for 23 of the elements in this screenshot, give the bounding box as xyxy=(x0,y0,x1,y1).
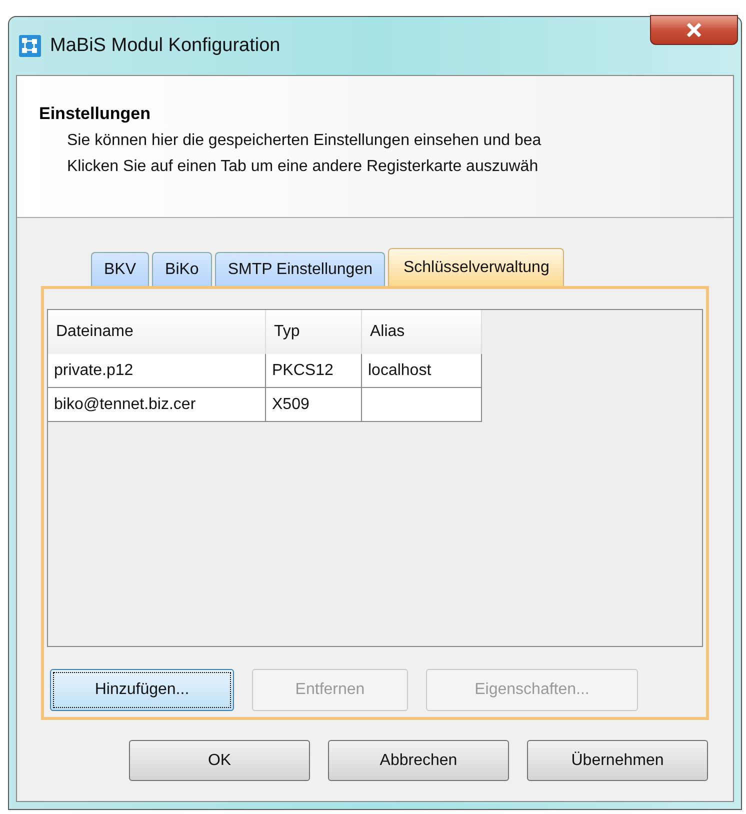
app-icon xyxy=(18,34,42,58)
header-title: Einstellungen xyxy=(39,103,152,125)
column-header[interactable]: Alias xyxy=(362,310,482,354)
close-button[interactable] xyxy=(650,15,738,45)
tab[interactable]: BiKo xyxy=(152,252,212,286)
close-icon xyxy=(686,23,702,37)
header-description: Sie können hier die gespeicherten Einstellungen einsehen und bea xyxy=(66,130,542,150)
table-cell: biko@tennet.biz.cer xyxy=(48,388,266,422)
table-cell: localhost xyxy=(362,354,482,388)
action-button[interactable]: Hinzufügen... xyxy=(50,669,234,711)
header-description: Klicken Sie auf einen Tab um eine andere Registerkarte auszuwäh xyxy=(66,156,540,176)
table-cell: PKCS12 xyxy=(266,354,362,388)
tab[interactable]: SMTP Einstellungen xyxy=(214,252,386,286)
column-header[interactable]: Dateiname xyxy=(48,310,266,354)
dialog-button[interactable]: OK xyxy=(129,740,310,781)
tab[interactable]: BKV xyxy=(91,252,150,286)
window-title: MaBiS Modul Konfiguration xyxy=(50,34,280,58)
tab[interactable]: Schlüsselverwaltung xyxy=(388,248,564,286)
table-cell: X509 xyxy=(266,388,362,422)
table-cell: private.p12 xyxy=(48,354,266,388)
dialog-button[interactable]: Abbrechen xyxy=(328,740,509,781)
dialog-button[interactable]: Übernehmen xyxy=(527,740,708,781)
column-header[interactable]: Typ xyxy=(266,310,362,354)
